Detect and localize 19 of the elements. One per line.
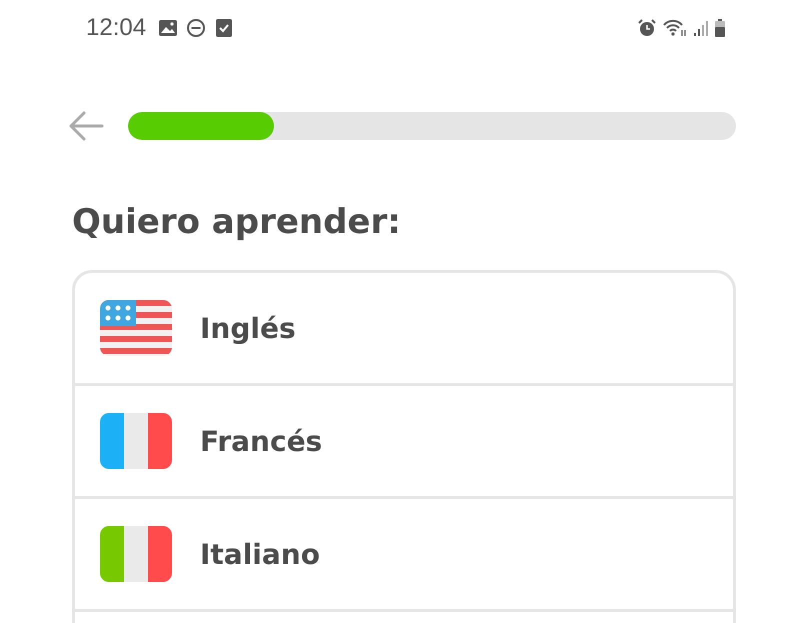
language-option[interactable]: Inglés — [75, 273, 733, 386]
flag-icon — [100, 300, 172, 356]
wifi-icon — [662, 18, 688, 38]
language-name: Francés — [200, 424, 322, 458]
signal-icon — [693, 18, 709, 38]
language-option[interactable]: Italiano — [75, 499, 733, 612]
language-name: Italiano — [200, 538, 320, 570]
language-option[interactable]: Francés — [75, 386, 733, 499]
alarm-icon — [637, 18, 657, 38]
flag-icon — [100, 413, 172, 469]
checkbox-icon — [214, 18, 234, 38]
language-name: Inglés — [200, 312, 296, 344]
back-arrow-icon[interactable] — [68, 110, 104, 142]
battery-icon — [714, 18, 726, 38]
image-icon — [158, 18, 178, 38]
status-time: 12:04 — [86, 14, 146, 42]
page-heading: Quiero aprender: — [72, 202, 402, 242]
do-not-disturb-icon — [186, 18, 206, 38]
flag-icon — [100, 526, 172, 582]
